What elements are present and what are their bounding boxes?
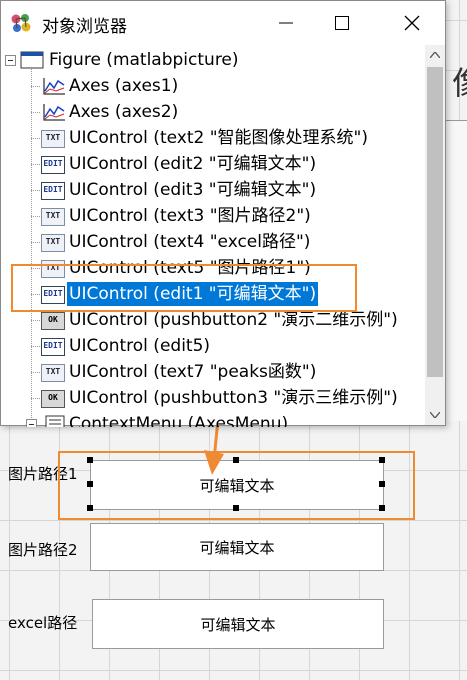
tree-item-text7[interactable]: TXT UIControl (text7 "peaks函数") [1, 360, 421, 384]
text-icon: TXT [41, 130, 65, 148]
object-tree: Figure (matlabpicture) Axes (axes1) Axes… [1, 45, 425, 427]
chevron-down-icon [430, 412, 440, 418]
expand-icon[interactable] [26, 419, 37, 427]
minimize-icon [279, 22, 293, 24]
text-icon: TXT [41, 234, 65, 252]
window-title: 对象浏览器 [42, 17, 127, 37]
scroll-down-button[interactable] [425, 405, 445, 425]
tree-item-edit5[interactable]: EDIT UIControl (edit5) [1, 334, 421, 358]
scroll-up-button[interactable] [425, 45, 445, 65]
highlight-box-tree [11, 264, 357, 312]
title-bar[interactable]: 对象浏览器 [1, 1, 445, 45]
text-icon: TXT [41, 364, 65, 382]
edit-icon: EDIT [41, 338, 65, 356]
collapse-icon[interactable] [5, 55, 16, 66]
close-icon [404, 15, 420, 31]
edit3-textbox[interactable]: 可编辑文本 [92, 599, 384, 649]
pushbutton-icon: OK [41, 312, 65, 330]
pushbutton-icon: OK [41, 390, 65, 408]
object-browser-icon [11, 14, 31, 32]
editor-partial-title: 像 [452, 58, 467, 104]
label-excel-path: excel路径 [8, 614, 78, 632]
tree-item-axes2[interactable]: Axes (axes2) [1, 100, 421, 124]
tree-item-text4[interactable]: TXT UIControl (text4 "excel路径") [1, 230, 421, 254]
close-button[interactable] [389, 1, 435, 45]
tree-item-text2[interactable]: TXT UIControl (text2 "智能图像处理系统") [1, 126, 421, 150]
axes-icon [43, 104, 65, 121]
minimize-button[interactable] [263, 1, 309, 45]
tree-item-edit3[interactable]: EDIT UIControl (edit3 "可编辑文本") [1, 178, 421, 202]
maximize-button[interactable] [319, 1, 365, 45]
edit-icon: EDIT [41, 182, 65, 200]
context-menu-icon [45, 415, 65, 427]
scrollbar-thumb[interactable] [427, 67, 443, 377]
tree-item-contextmenu[interactable]: ContextMenu (AxesMenu) [1, 412, 421, 427]
figure-window-icon [20, 51, 44, 69]
tree-item-axes1[interactable]: Axes (axes1) [1, 74, 421, 98]
tree-root-figure[interactable]: Figure (matlabpicture) [1, 48, 421, 72]
tree-item-edit2[interactable]: EDIT UIControl (edit2 "可编辑文本") [1, 152, 421, 176]
axes-icon [43, 78, 65, 95]
maximize-icon [335, 16, 349, 30]
tree-item-pushbutton3[interactable]: OK UIControl (pushbutton3 "演示三维示例") [1, 386, 425, 410]
chevron-up-icon [430, 52, 440, 58]
edit-icon: EDIT [41, 156, 65, 174]
vertical-scrollbar[interactable] [425, 45, 445, 425]
object-browser-window: 对象浏览器 Figure (matlabpicture) Axes (axes1… [0, 0, 446, 427]
text-icon: TXT [41, 208, 65, 226]
tree-item-text3[interactable]: TXT UIControl (text3 "图片路径2") [1, 204, 421, 228]
label-image-path-2: 图片路径2 [8, 541, 78, 559]
edit2-textbox[interactable]: 可编辑文本 [90, 523, 384, 571]
